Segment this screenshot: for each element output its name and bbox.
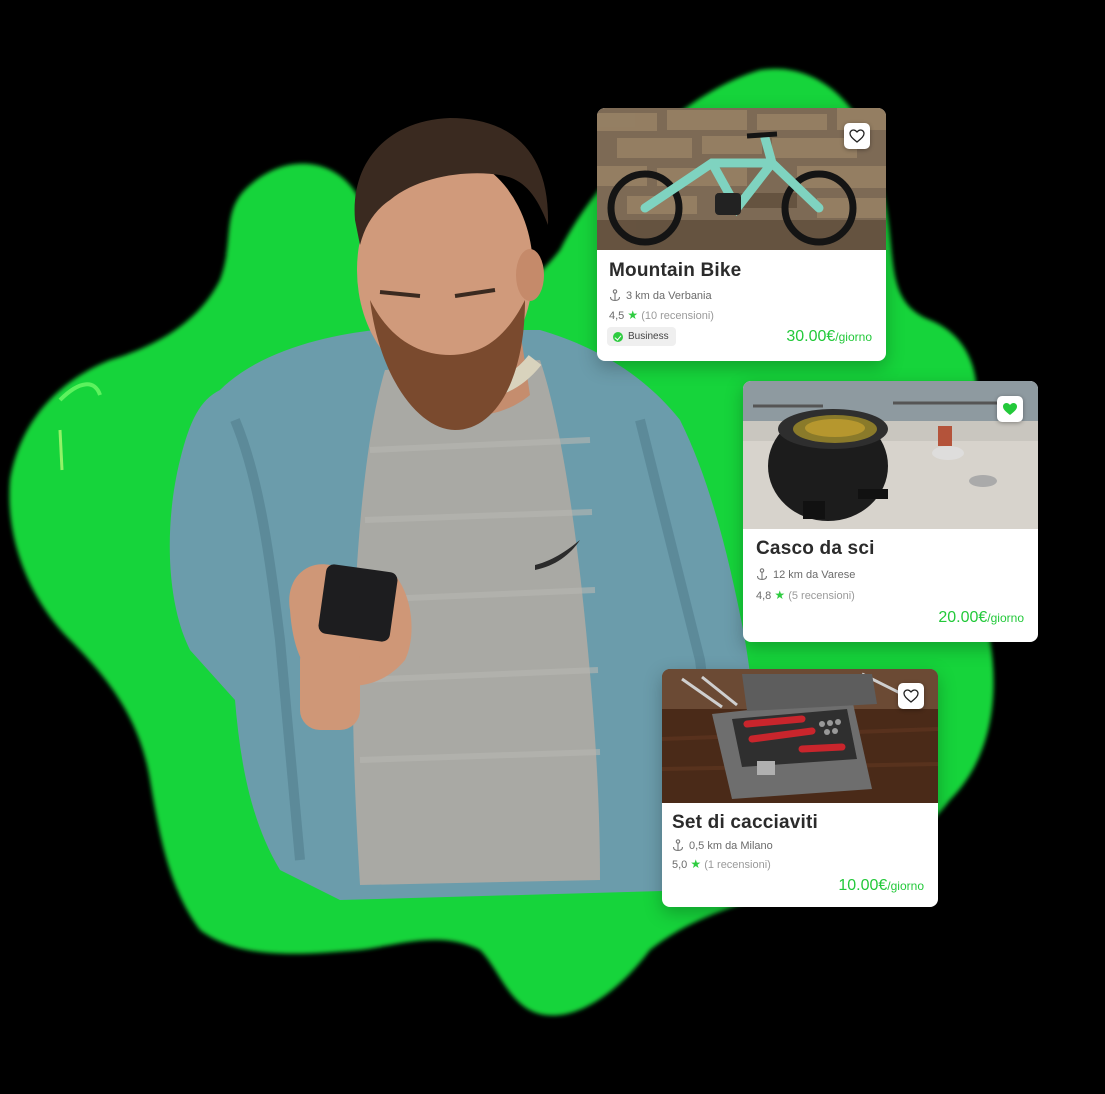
listing-price: 30.00€/giorno [786,328,872,346]
listing-location: 12 km da Varese [756,568,855,581]
anchor-pin-icon [609,289,621,302]
listing-price: 20.00€/giorno [938,609,1024,627]
location-text: 12 km da Varese [773,568,856,581]
listing-rating: 4,5 ★ (10 recensioni) [609,308,714,322]
listing-location: 3 km da Verbania [609,289,712,302]
location-text: 3 km da Verbania [626,289,712,302]
favorite-button[interactable] [898,683,924,709]
price-value: 10.00€ [838,877,888,894]
listing-card-mountain-bike[interactable]: Mountain Bike 3 km da Verbania 4,5 ★ (10… [597,108,886,361]
price-value: 20.00€ [938,609,988,626]
heart-outline-icon [903,689,919,703]
business-badge: Business [607,327,676,346]
listing-photo-bike [597,108,886,250]
listing-location: 0,5 km da Milano [672,839,773,852]
listing-title[interactable]: Set di cacciaviti [672,812,818,834]
anchor-pin-icon [672,839,684,852]
listing-title[interactable]: Casco da sci [756,538,875,560]
rating-value: 4,8 [756,590,772,602]
hero-illustration: Mountain Bike 3 km da Verbania 4,5 ★ (10… [0,0,1105,1094]
badge-label: Business [628,331,669,342]
price-unit: /giorno [987,611,1024,625]
favorite-button[interactable] [997,396,1023,422]
rating-value: 5,0 [672,859,688,871]
rating-value: 4,5 [609,310,625,322]
listing-title[interactable]: Mountain Bike [609,260,741,282]
favorite-button[interactable] [844,123,870,149]
heart-outline-icon [849,129,865,143]
star-icon: ★ [774,588,786,602]
star-icon: ★ [690,857,702,871]
listing-photo-toolbox [662,669,938,803]
listing-photo-helmet [743,381,1038,529]
listing-price: 10.00€/giorno [838,877,924,895]
price-value: 30.00€ [786,328,836,345]
price-unit: /giorno [835,330,872,344]
listing-rating: 4,8 ★ (5 recensioni) [756,588,855,602]
price-unit: /giorno [887,879,924,893]
listing-rating: 5,0 ★ (1 recensioni) [672,857,771,871]
listing-card-screwdriver-set[interactable]: Set di cacciaviti 0,5 km da Milano 5,0 ★… [662,669,938,907]
review-count: (5 recensioni) [788,590,855,602]
listing-card-ski-helmet[interactable]: Casco da sci 12 km da Varese 4,8 ★ (5 re… [743,381,1038,642]
anchor-pin-icon [756,568,768,581]
verified-check-icon [613,331,623,342]
heart-filled-icon [1003,403,1017,415]
review-count: (10 recensioni) [641,310,714,322]
star-icon: ★ [627,308,639,322]
location-text: 0,5 km da Milano [689,839,773,852]
review-count: (1 recensioni) [704,859,771,871]
